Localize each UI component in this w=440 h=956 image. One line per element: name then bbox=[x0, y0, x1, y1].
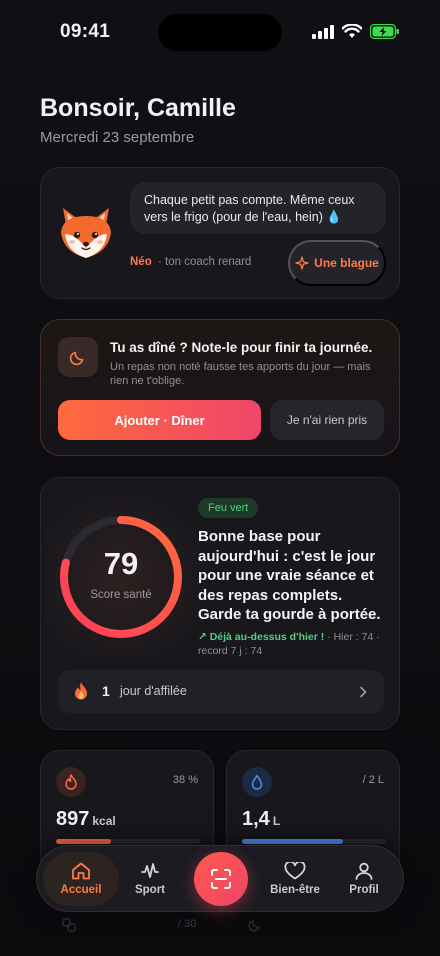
moon-icon bbox=[248, 920, 260, 932]
scan-button[interactable] bbox=[194, 852, 248, 906]
flame-icon bbox=[75, 682, 87, 700]
nav-item-bien-etre[interactable]: Bien-être bbox=[257, 852, 333, 906]
health-score-card: 79 Score santé Feu vert Bonne base pour … bbox=[40, 477, 400, 730]
coach-role: · ton coach renard bbox=[158, 256, 252, 268]
status-bar: 09:41 bbox=[0, 0, 440, 64]
system-icons bbox=[312, 24, 400, 39]
score-trend: ↗ Déjà au-dessus d'hier ! · Hier : 74 · … bbox=[198, 630, 388, 658]
battery-charging-icon bbox=[370, 24, 399, 39]
water-value-wrap: 1,4 L bbox=[242, 808, 280, 831]
chevron-right-icon bbox=[360, 686, 367, 698]
calories-value: 897 bbox=[56, 808, 90, 830]
streak-label: jour d'affilée bbox=[120, 684, 187, 698]
status-time: 09:41 bbox=[60, 21, 111, 42]
bottom-nav: Accueil Sport Bien-être Profil bbox=[36, 845, 404, 912]
moon-icon bbox=[69, 351, 84, 366]
score-value: 79 bbox=[103, 546, 139, 581]
water-progress-track bbox=[242, 839, 386, 844]
trend-up-text: ↗ Déjà au-dessus d'hier ! bbox=[198, 631, 325, 643]
dynamic-island bbox=[158, 14, 282, 51]
calories-progress-fill bbox=[56, 839, 111, 844]
coach-name: Néo bbox=[130, 256, 152, 268]
nav-item-sport[interactable]: Sport bbox=[115, 852, 185, 906]
water-unit: L bbox=[272, 814, 281, 828]
nav-label-bien-etre: Bien-être bbox=[270, 884, 320, 896]
activity-icon bbox=[141, 863, 159, 878]
water-icon-circle bbox=[242, 767, 272, 797]
score-label: Score santé bbox=[90, 589, 152, 601]
nav-item-profil[interactable]: Profil bbox=[329, 852, 399, 906]
water-value: 1,4 bbox=[242, 808, 270, 830]
calories-progress-track bbox=[56, 839, 200, 844]
flame-icon bbox=[65, 774, 77, 790]
calories-icon-circle bbox=[56, 767, 86, 797]
coach-message: Chaque petit pas compte. Même ceux vers … bbox=[130, 182, 386, 234]
nav-label-sport: Sport bbox=[134, 884, 166, 896]
calories-unit: kcal bbox=[92, 814, 116, 828]
dinner-prompt-title: Tu as dîné ? Note-le pour finir ta journ… bbox=[110, 340, 373, 355]
dinner-prompt-subtitle: Un repas non noté fausse tes apports du … bbox=[110, 361, 371, 387]
water-goal: / 2 L bbox=[362, 774, 384, 786]
status-badge: Feu vert bbox=[198, 498, 259, 518]
coach-card: Chaque petit pas compte. Même ceux vers … bbox=[40, 167, 400, 299]
date-label: Mercredi 23 septembre bbox=[40, 129, 195, 146]
signal-icon bbox=[312, 24, 334, 39]
greeting-title: Bonsoir, Camille bbox=[40, 94, 236, 122]
nav-label-profil: Profil bbox=[349, 884, 379, 896]
water-drop-icon bbox=[251, 774, 263, 790]
moon-icon-box bbox=[58, 337, 98, 377]
calories-percent: 38 % bbox=[172, 774, 198, 786]
water-progress-fill bbox=[242, 839, 343, 844]
home-icon bbox=[72, 862, 90, 880]
hidden-card-goal: / 30 bbox=[178, 918, 197, 930]
add-dinner-button[interactable]: Ajouter · Dîner bbox=[58, 400, 261, 440]
dinner-prompt-card: Tu as dîné ? Note-le pour finir ta journ… bbox=[40, 319, 400, 456]
link-icon bbox=[62, 918, 76, 932]
streak-row[interactable]: 1 jour d'affilée bbox=[58, 670, 384, 713]
score-message: Bonne base pour aujourd'hui : c'est le j… bbox=[198, 528, 381, 623]
heart-icon bbox=[284, 862, 306, 880]
nav-item-accueil[interactable]: Accueil bbox=[43, 852, 119, 906]
fox-avatar-icon bbox=[61, 208, 111, 258]
scan-icon bbox=[211, 869, 231, 889]
joke-button-label: Une blague bbox=[314, 256, 379, 270]
user-icon bbox=[355, 862, 373, 880]
nothing-eaten-button[interactable]: Je n'ai rien pris bbox=[270, 400, 384, 440]
home-screen: 09:41 Bonsoir, Camille Mercredi 23 septe… bbox=[0, 0, 440, 956]
sparkle-icon bbox=[295, 256, 309, 270]
nav-label-accueil: Accueil bbox=[60, 884, 102, 896]
calories-value-wrap: 897 kcal bbox=[56, 808, 116, 831]
joke-button[interactable]: Une blague bbox=[288, 240, 386, 286]
streak-count: 1 bbox=[102, 683, 110, 699]
wifi-icon bbox=[342, 24, 362, 38]
